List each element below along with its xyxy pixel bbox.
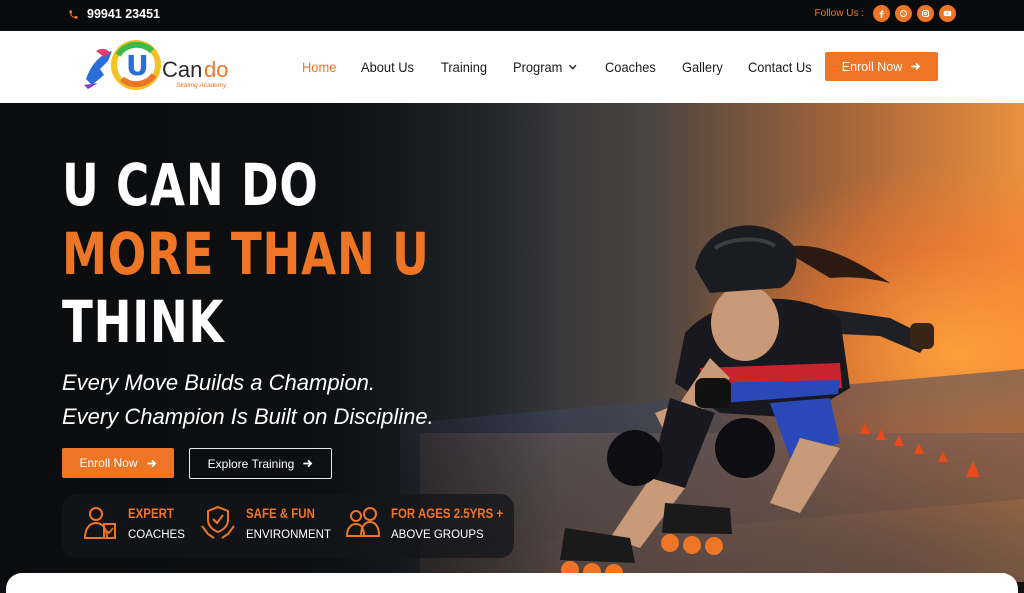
feature-title: SAFE & FUN: [246, 505, 315, 521]
feature-subtitle: ABOVE GROUPS: [391, 528, 484, 541]
nav-home[interactable]: Home: [302, 59, 336, 75]
feature-expert-coaches: EXPERT COACHES: [82, 504, 185, 542]
skater-image: [560, 225, 934, 582]
main-header: U Can do Skating Academy Home About Us T…: [0, 31, 1024, 103]
nav-about-us[interactable]: About Us: [361, 59, 414, 75]
hero-tagline-1: Every Move Builds a Champion.: [62, 370, 376, 395]
hero-tagline-2: Every Champion Is Built on Discipline.: [62, 404, 434, 429]
youtube-icon[interactable]: [939, 5, 956, 22]
follow-us-label: Follow Us :: [814, 8, 864, 19]
arrow-right-icon: [911, 62, 921, 71]
arrow-right-icon: [303, 459, 313, 468]
main-nav: Home About Us Training Program Coaches G…: [302, 59, 840, 75]
hero-heading-line3: THINK: [62, 288, 225, 356]
instagram-icon[interactable]: [917, 5, 934, 22]
hero-section: U CAN DO MORE THAN U THINK Every Move Bu…: [0, 103, 1024, 582]
facebook-icon[interactable]: [873, 5, 890, 22]
nav-program[interactable]: Program: [513, 59, 577, 75]
svg-text:do: do: [204, 57, 228, 82]
nav-program-label: Program: [513, 59, 563, 75]
phone-contact[interactable]: 99941 23451: [68, 7, 160, 21]
enroll-now-button-hero[interactable]: Enroll Now: [62, 448, 174, 478]
social-links: Follow Us :: [815, 5, 956, 22]
phone-number: 99941 23451: [87, 7, 160, 21]
feature-title: FOR AGES 2.5YRS +: [391, 505, 504, 521]
group-icon: [345, 507, 381, 537]
top-bar: 99941 23451 Follow Us :: [0, 0, 1024, 31]
shield-hands-icon: [201, 505, 235, 539]
feature-ages: FOR AGES 2.5YRS + ABOVE GROUPS: [345, 504, 523, 542]
enroll-now-button-header[interactable]: Enroll Now: [825, 52, 938, 81]
arrow-right-icon: [146, 459, 156, 467]
hero-heading-line2: MORE THAN U: [62, 220, 430, 288]
features-strip: EXPERT COACHES SAFE & FUN ENVIRONMENT FO…: [62, 494, 514, 558]
enroll-now-label: Enroll Now: [841, 59, 903, 74]
cando-logo[interactable]: U Can do Skating Academy: [78, 39, 243, 95]
chevron-down-icon: [568, 64, 577, 70]
svg-text:Can: Can: [162, 57, 202, 82]
feature-safe-fun: SAFE & FUN ENVIRONMENT: [200, 504, 331, 542]
nav-coaches[interactable]: Coaches: [605, 59, 656, 75]
nav-training[interactable]: Training: [441, 59, 487, 75]
svg-text:Skating Academy: Skating Academy: [176, 82, 227, 89]
next-section-card: [6, 573, 1018, 593]
enroll-now-hero-label: Enroll Now: [79, 456, 138, 470]
phone-icon: [69, 9, 78, 19]
feature-title: EXPERT: [128, 505, 174, 521]
feature-subtitle: COACHES: [128, 528, 185, 541]
feature-subtitle: ENVIRONMENT: [246, 528, 331, 541]
explore-training-label: Explore Training: [207, 456, 295, 471]
hero-heading-line1: U CAN DO: [62, 151, 319, 219]
svg-text:U: U: [126, 49, 149, 82]
coach-icon: [83, 507, 116, 539]
whatsapp-icon[interactable]: [895, 5, 912, 22]
explore-training-button[interactable]: Explore Training: [189, 448, 332, 479]
nav-contact-us[interactable]: Contact Us: [748, 59, 812, 75]
nav-gallery[interactable]: Gallery: [682, 59, 723, 75]
